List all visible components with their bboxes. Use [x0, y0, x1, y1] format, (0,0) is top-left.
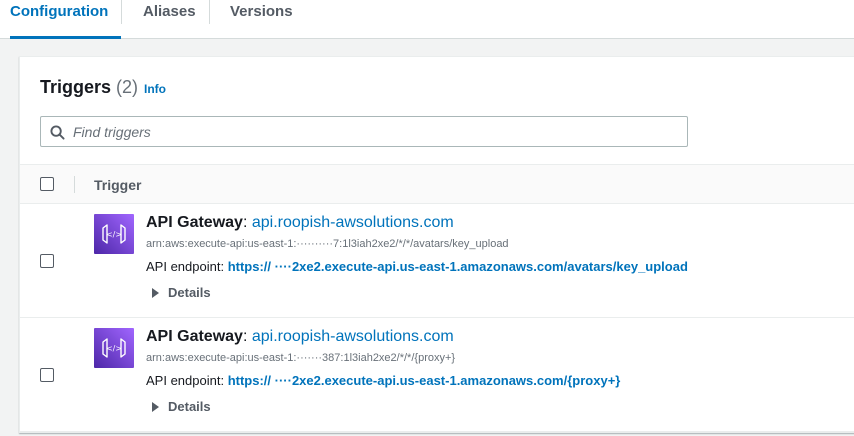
api-endpoint: API endpoint: https:// ····2xe2.execute-…: [146, 373, 620, 388]
search-box[interactable]: [40, 116, 688, 147]
details-label: Details: [168, 399, 211, 414]
trigger-service: API Gateway: [146, 328, 243, 345]
details-toggle[interactable]: Details: [152, 399, 211, 414]
tab-versions[interactable]: Versions: [230, 0, 293, 38]
api-gateway-icon: </>: [94, 328, 134, 368]
endpoint-label: API endpoint:: [146, 373, 225, 388]
trigger-arn: arn:aws:execute-api:us-east-1:··········…: [146, 238, 509, 250]
details-label: Details: [168, 285, 211, 300]
search-input[interactable]: [73, 118, 673, 145]
tab-configuration[interactable]: Configuration: [10, 0, 121, 39]
panel-title: Triggers (2): [40, 77, 138, 98]
search-icon: [50, 125, 65, 140]
tab-aliases-label: Aliases: [143, 3, 196, 20]
svg-text:</>: </>: [106, 230, 122, 239]
endpoint-link[interactable]: https:// ····2xe2.execute-api.us-east-1.…: [228, 259, 688, 274]
column-header-trigger: Trigger: [94, 177, 142, 193]
endpoint-link[interactable]: https:// ····2xe2.execute-api.us-east-1.…: [228, 373, 621, 388]
trigger-title: API Gateway: api.roopish-awsolutions.com: [146, 328, 454, 346]
info-link[interactable]: Info: [144, 82, 166, 96]
title-separator: :: [242, 214, 248, 231]
tab-divider: [121, 0, 122, 24]
row-checkbox[interactable]: [40, 368, 54, 382]
table-row: </> API Gateway: api.roopish-awsolutions…: [20, 204, 854, 318]
select-all-checkbox[interactable]: [40, 177, 54, 191]
caret-right-icon: [152, 402, 159, 412]
trigger-name-link[interactable]: api.roopish-awsolutions.com: [252, 328, 454, 345]
tab-versions-label: Versions: [230, 3, 293, 20]
triggers-title: Triggers: [40, 77, 112, 97]
column-divider: [74, 176, 75, 193]
endpoint-label: API endpoint:: [146, 259, 225, 274]
details-toggle[interactable]: Details: [152, 285, 211, 300]
row-checkbox[interactable]: [40, 254, 54, 268]
caret-right-icon: [152, 288, 159, 298]
tab-configuration-label: Configuration: [10, 3, 109, 20]
trigger-title: API Gateway: api.roopish-awsolutions.com: [146, 214, 454, 232]
tab-divider: [209, 0, 210, 24]
api-gateway-icon: </>: [94, 214, 134, 254]
trigger-service: API Gateway: [146, 214, 243, 231]
api-endpoint: API endpoint: https:// ····2xe2.execute-…: [146, 259, 688, 274]
tab-bar: Configuration Aliases Versions: [0, 0, 854, 39]
tab-aliases[interactable]: Aliases: [143, 0, 196, 38]
triggers-count: (2): [116, 77, 139, 97]
title-separator: :: [242, 328, 248, 345]
table-row: </> API Gateway: api.roopish-awsolutions…: [20, 318, 854, 432]
table-header: Trigger: [20, 164, 854, 204]
trigger-arn: arn:aws:execute-api:us-east-1:·······387…: [146, 352, 456, 364]
triggers-panel: Triggers (2) Info Trigger </> API Gatewa…: [19, 56, 854, 433]
svg-text:</>: </>: [106, 344, 122, 353]
trigger-name-link[interactable]: api.roopish-awsolutions.com: [252, 214, 454, 231]
